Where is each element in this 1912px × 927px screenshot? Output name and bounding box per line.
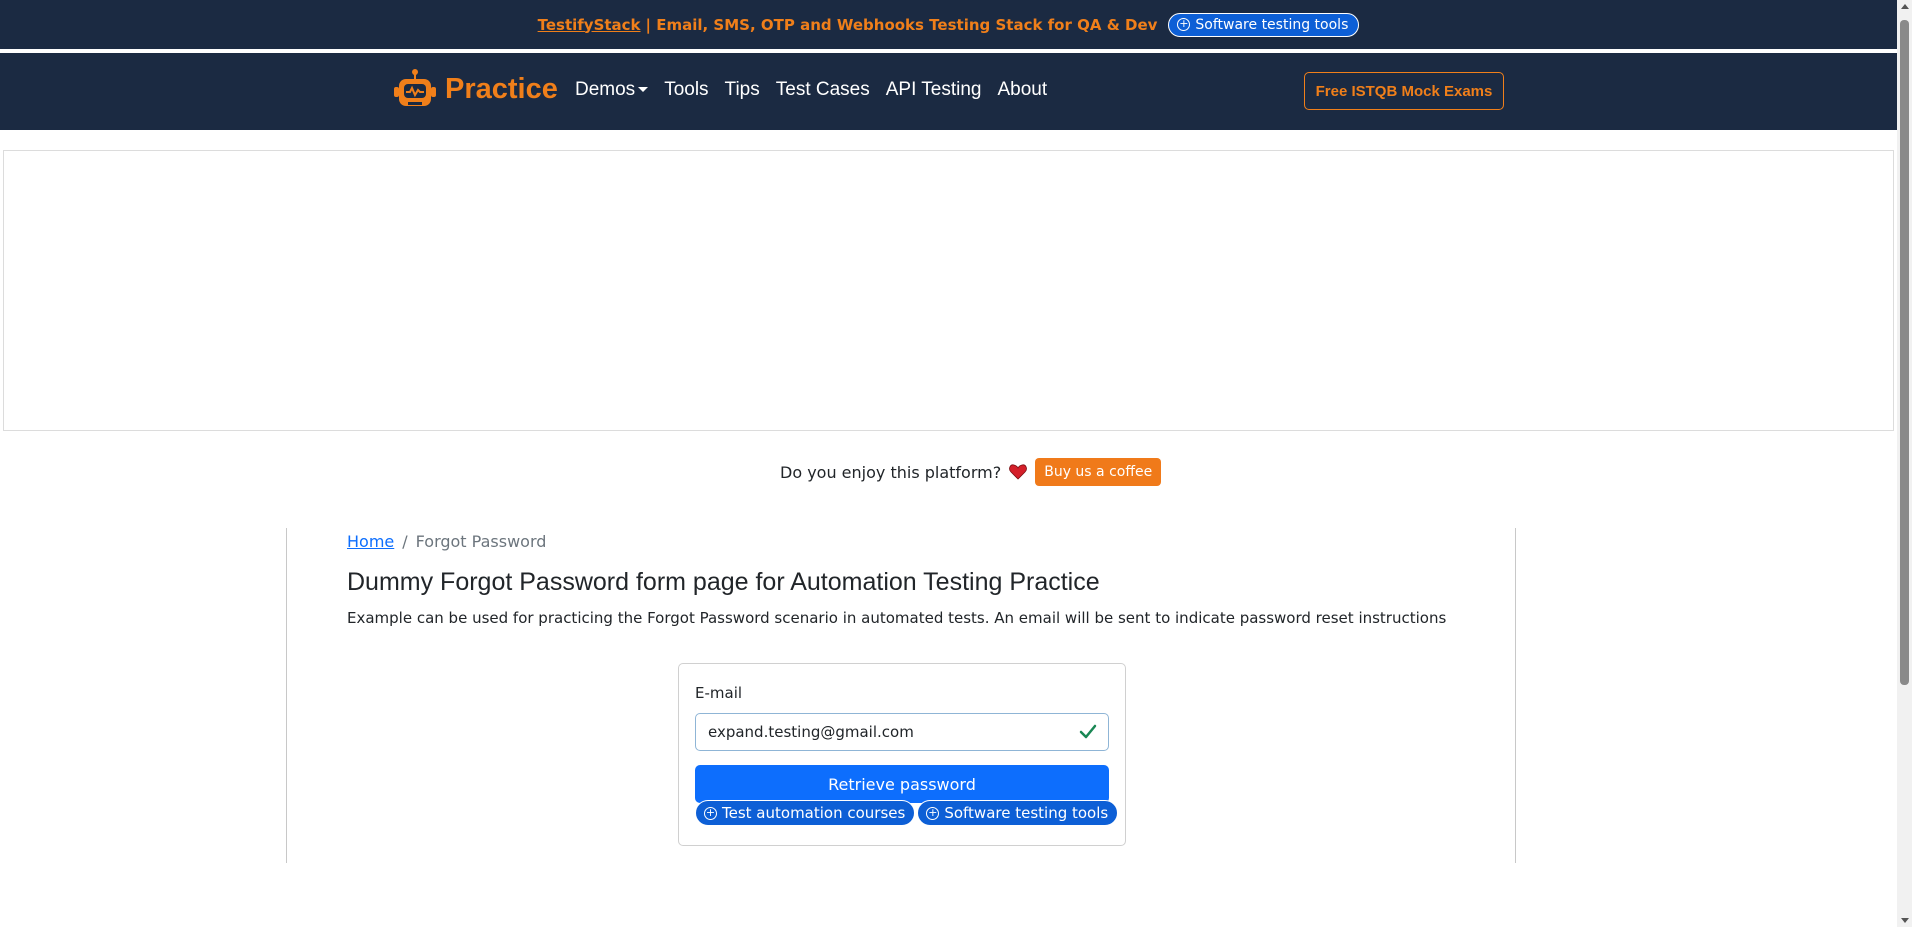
vertical-scrollbar[interactable]: [1897, 0, 1912, 927]
plus-circle-icon: +: [926, 805, 940, 820]
forgot-password-form: E-mail expand.testing@gmail.com Retrieve…: [678, 663, 1126, 846]
promo-chips: + Test automation courses + Software tes…: [695, 800, 1119, 826]
chip-label: Software testing tools: [944, 804, 1109, 822]
scroll-down-arrow-icon[interactable]: [1901, 918, 1909, 923]
email-value: expand.testing@gmail.com: [708, 723, 914, 741]
caret-down-icon: [638, 87, 649, 93]
buy-coffee-button[interactable]: Buy us a coffee: [1035, 458, 1162, 486]
breadcrumb: Home / Forgot Password: [347, 532, 546, 551]
nav-about[interactable]: About: [998, 79, 1048, 101]
breadcrumb-current: Forgot Password: [415, 532, 547, 551]
software-testing-tools-pill[interactable]: + Software testing tools: [1168, 12, 1360, 37]
retrieve-password-button[interactable]: Retrieve password: [695, 765, 1109, 803]
nav-demos-dropdown[interactable]: Demos: [575, 79, 649, 101]
robot-logo-icon: [394, 69, 436, 106]
plus-circle-icon: +: [704, 805, 717, 820]
brand-name: Practice: [445, 72, 558, 105]
page-title: Dummy Forgot Password form page for Auto…: [347, 568, 1100, 596]
nav-links: Demos Tools Tips Test Cases API Testing …: [575, 79, 1047, 101]
software-testing-tools-chip[interactable]: + Software testing tools: [917, 800, 1119, 826]
pill-label: Software testing tools: [1195, 16, 1349, 33]
nav-test-cases[interactable]: Test Cases: [776, 79, 870, 101]
main-navbar: Practice Demos Tools Tips Test Cases API…: [0, 53, 1897, 130]
support-prompt: Do you enjoy this platform? Buy us a cof…: [780, 458, 1162, 486]
page-description: Example can be used for practicing the F…: [347, 609, 1447, 627]
email-label: E-mail: [695, 684, 743, 702]
breadcrumb-separator: /: [402, 532, 408, 551]
support-text: Do you enjoy this platform?: [780, 462, 1002, 482]
promo-banner: TestifyStack | Email, SMS, OTP and Webho…: [0, 0, 1897, 51]
plus-circle-icon: +: [1177, 17, 1191, 31]
istqb-mock-exams-button[interactable]: Free ISTQB Mock Exams: [1304, 72, 1504, 110]
scrollbar-thumb[interactable]: [1900, 20, 1909, 685]
scroll-up-arrow-icon[interactable]: [1901, 4, 1909, 9]
testifystack-link[interactable]: TestifyStack: [538, 16, 641, 34]
chip-label: Test automation courses: [722, 804, 906, 822]
ad-placeholder: [3, 150, 1894, 431]
nav-api-testing[interactable]: API Testing: [886, 79, 982, 101]
email-field[interactable]: expand.testing@gmail.com: [695, 713, 1109, 751]
brand-link[interactable]: Practice: [393, 68, 558, 110]
nav-tools[interactable]: Tools: [664, 79, 708, 101]
nav-tips[interactable]: Tips: [725, 79, 760, 101]
heart-icon: [1009, 464, 1028, 480]
valid-check-icon: [1079, 724, 1097, 739]
content-container: Home / Forgot Password Dummy Forgot Passwo…: [286, 528, 1516, 863]
test-automation-courses-chip[interactable]: + Test automation courses: [695, 800, 916, 826]
breadcrumb-home-link[interactable]: Home: [347, 532, 394, 551]
promo-text: | Email, SMS, OTP and Webhooks Testing S…: [645, 15, 1158, 34]
